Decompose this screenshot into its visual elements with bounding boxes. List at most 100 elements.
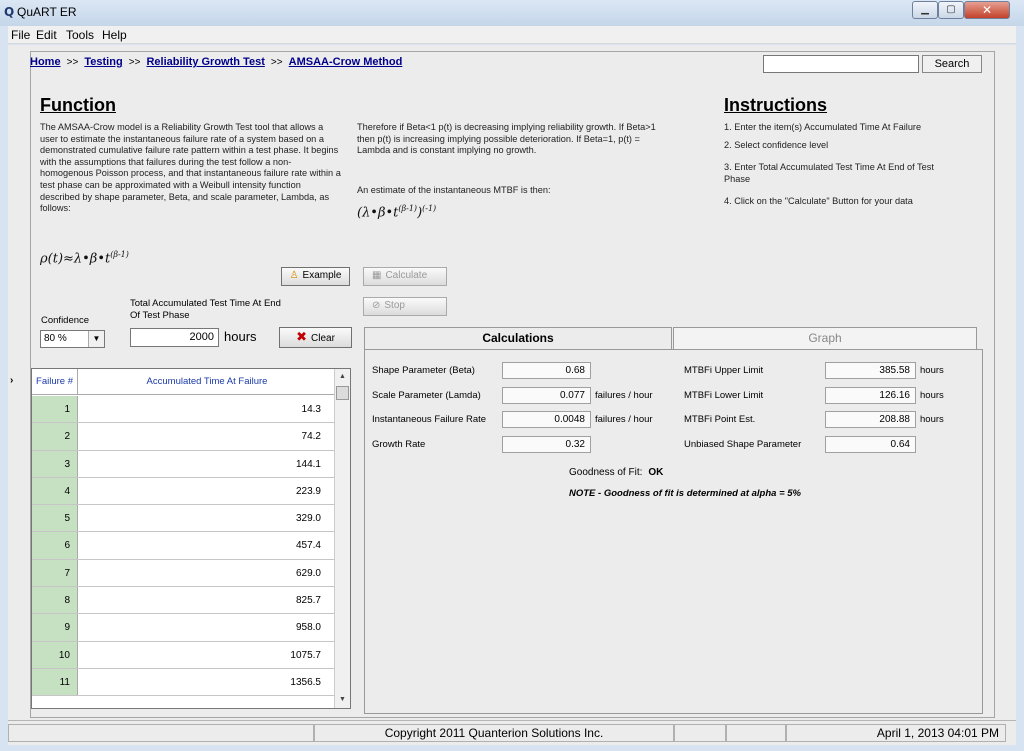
- accumulated-time-cell[interactable]: 329.0: [79, 505, 335, 531]
- example-label: Example: [302, 270, 342, 281]
- status-panel: [8, 724, 314, 742]
- breadcrumb-amsaa-crow-method[interactable]: AMSAA-Crow Method: [289, 56, 403, 68]
- example-icon: ♙: [289, 270, 299, 281]
- column-header-accumulated-time[interactable]: Accumulated Time At Failure: [79, 369, 335, 395]
- table-row[interactable]: 2 74.2: [32, 423, 335, 451]
- menu-tools[interactable]: Tools: [66, 28, 94, 42]
- breadcrumb-reliability-growth-test[interactable]: Reliability Growth Test: [146, 56, 264, 68]
- search-button[interactable]: Search: [922, 55, 982, 73]
- result-label: Instantaneous Failure Rate: [372, 414, 487, 425]
- mtbf-formula-base: (λ•β•t: [357, 205, 399, 221]
- accumulated-time-cell[interactable]: 958.0: [79, 614, 335, 640]
- result-value: 208.88: [825, 411, 916, 428]
- menu-help[interactable]: Help: [102, 28, 127, 42]
- result-value: 0.32: [502, 436, 591, 453]
- table-row[interactable]: 10 1075.7: [32, 641, 335, 669]
- clear-button[interactable]: ✖ Clear: [279, 327, 352, 348]
- tab-graph[interactable]: Graph: [673, 327, 977, 349]
- breadcrumb-home[interactable]: Home: [30, 56, 61, 68]
- intensity-formula: ρ(t)≈λ•β•t(β-1): [40, 250, 129, 266]
- scroll-down-icon[interactable]: ▼: [335, 692, 350, 708]
- close-button[interactable]: ✕: [964, 1, 1010, 19]
- confidence-select[interactable]: 80 % ▼: [40, 330, 105, 348]
- failure-number-cell[interactable]: 10: [32, 641, 78, 668]
- failure-number-cell[interactable]: 1: [32, 396, 78, 423]
- accumulated-time-cell[interactable]: 223.9: [79, 478, 335, 504]
- status-panel: [674, 724, 726, 742]
- window-title: QuART ER: [17, 5, 77, 19]
- accumulated-time-cell[interactable]: 14.3: [79, 396, 335, 422]
- result-value: 0.077: [502, 387, 591, 404]
- table-row[interactable]: 4 223.9: [32, 477, 335, 506]
- close-icon: ✕: [981, 3, 993, 17]
- failure-number-cell[interactable]: 7: [32, 559, 78, 587]
- result-value: 0.64: [825, 436, 916, 453]
- result-unit: hours: [920, 414, 944, 425]
- calculate-label: Calculate: [385, 270, 428, 281]
- column-header-failure-number[interactable]: Failure #: [32, 369, 78, 395]
- result-unit: hours: [920, 365, 944, 376]
- failure-number-cell[interactable]: 5: [32, 505, 78, 532]
- example-button[interactable]: ♙ Example: [281, 267, 350, 286]
- failure-number-cell[interactable]: 4: [32, 477, 78, 505]
- clear-icon: ✖: [296, 330, 307, 345]
- menu-bar: File Edit Tools Help: [8, 26, 1016, 44]
- table-row[interactable]: 7 629.0: [32, 559, 335, 588]
- search-input[interactable]: [763, 55, 919, 73]
- status-bar: Copyright 2011 Quanterion Solutions Inc.…: [8, 720, 1016, 745]
- goodness-of-fit-value: OK: [648, 467, 664, 478]
- table-row[interactable]: 3 144.1: [32, 450, 335, 478]
- breadcrumb-testing[interactable]: Testing: [84, 56, 122, 68]
- table-scrollbar[interactable]: ▲ ▼: [334, 369, 350, 708]
- tab-calculations[interactable]: Calculations: [364, 327, 672, 349]
- failure-number-cell[interactable]: 3: [32, 450, 78, 477]
- minimize-button[interactable]: ▁: [912, 1, 938, 19]
- table-row[interactable]: 8 825.7: [32, 587, 335, 615]
- accumulated-time-cell[interactable]: 457.4: [79, 532, 335, 558]
- total-time-input[interactable]: 2000: [130, 328, 219, 347]
- stop-button[interactable]: ⊘ Stop: [363, 297, 447, 316]
- calculate-button[interactable]: ▦ Calculate: [363, 267, 447, 286]
- table-row[interactable]: 9 958.0: [32, 614, 335, 642]
- result-unit: hours: [920, 390, 944, 401]
- failure-number-cell[interactable]: 11: [32, 668, 78, 696]
- accumulated-time-cell[interactable]: 1075.7: [79, 642, 335, 668]
- confidence-value: 80 %: [44, 333, 67, 344]
- failure-number-cell[interactable]: 8: [32, 587, 78, 614]
- goodness-of-fit-label: Goodness of Fit:: [569, 467, 643, 478]
- breadcrumb: Home >> Testing >> Reliability Growth Te…: [30, 56, 402, 68]
- row-pointer-icon: ›: [10, 375, 14, 386]
- menu-file[interactable]: File: [11, 28, 30, 42]
- menu-edit[interactable]: Edit: [36, 28, 57, 42]
- mtbf-formula-outer-exponent: (-1): [422, 204, 437, 213]
- total-time-label: Total Accumulated Test Time At End Of Te…: [130, 298, 281, 321]
- scroll-thumb[interactable]: [336, 386, 349, 400]
- accumulated-time-cell[interactable]: 74.2: [79, 423, 335, 449]
- scroll-up-icon[interactable]: ▲: [335, 369, 350, 385]
- status-copyright: Copyright 2011 Quanterion Solutions Inc.: [314, 724, 674, 742]
- failure-number-cell[interactable]: 6: [32, 532, 78, 559]
- mtbf-formula: (λ•β•t(β-1))(-1): [357, 204, 436, 220]
- table-row[interactable]: 1 14.3: [32, 396, 335, 424]
- accumulated-time-cell[interactable]: 144.1: [79, 451, 335, 477]
- result-label: Scale Parameter (Lamda): [372, 390, 481, 401]
- accumulated-time-cell[interactable]: 1356.5: [79, 669, 335, 695]
- table-row[interactable]: 11 1356.5: [32, 668, 335, 697]
- accumulated-time-cell[interactable]: 825.7: [79, 587, 335, 613]
- chevron-down-icon[interactable]: ▼: [88, 331, 104, 347]
- result-label: Shape Parameter (Beta): [372, 365, 475, 376]
- goodness-of-fit: Goodness of Fit: OK: [569, 467, 663, 478]
- accumulated-time-cell[interactable]: 629.0: [79, 560, 335, 586]
- maximize-button[interactable]: ▢: [938, 1, 964, 19]
- result-unit: failures / hour: [595, 414, 653, 425]
- failure-number-cell[interactable]: 2: [32, 423, 78, 450]
- failure-number-cell[interactable]: 9: [32, 614, 78, 641]
- table-row[interactable]: 5 329.0: [32, 505, 335, 533]
- status-datetime: April 1, 2013 04:01 PM: [786, 724, 1006, 742]
- instruction-step-4: 4. Click on the "Calculate" Button for y…: [724, 196, 913, 206]
- result-label: MTBFi Lower Limit: [684, 390, 764, 401]
- instruction-step-2: 2. Select confidence level: [724, 140, 829, 150]
- beta-explanation: Therefore if Beta<1 p(t) is decreasing i…: [357, 122, 656, 156]
- result-label: Growth Rate: [372, 439, 426, 450]
- table-row[interactable]: 6 457.4: [32, 532, 335, 560]
